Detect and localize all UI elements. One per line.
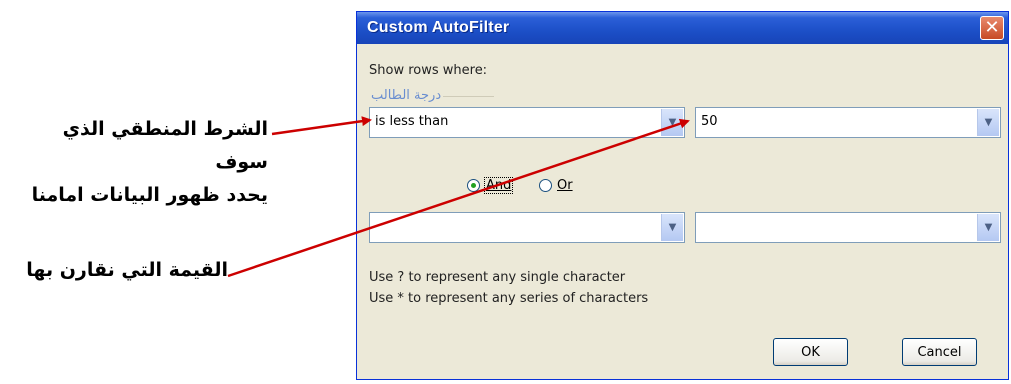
dialog-title: Custom AutoFilter (367, 19, 510, 36)
or-label: Or (557, 178, 573, 193)
close-icon: ✕ (984, 17, 1000, 38)
annotation-condition-line1: الشرط المنطقي الذي سوف (62, 118, 268, 173)
criteria-value-1: 50 (701, 114, 718, 129)
show-rows-label: Show rows where: (369, 63, 488, 78)
annotation-condition: الشرط المنطقي الذي سوف يحدد ظهور البيانا… (6, 113, 268, 212)
close-button[interactable]: ✕ (980, 16, 1004, 40)
annotation-condition-line2: يحدد ظهور البيانات امامنا (31, 184, 268, 206)
cancel-button[interactable]: Cancel (902, 338, 977, 366)
or-radio[interactable]: Or (539, 178, 573, 193)
ok-button[interactable]: OK (773, 338, 848, 366)
or-radio-button[interactable] (539, 179, 552, 192)
operator-value-1: is less than (375, 114, 449, 129)
value-select-2[interactable]: ▼ (695, 212, 1001, 243)
operator-select-2[interactable]: ▼ (369, 212, 685, 243)
and-radio-button[interactable] (467, 179, 480, 192)
chevron-down-icon[interactable]: ▼ (977, 109, 999, 136)
and-label: And (483, 177, 514, 194)
hint-series-chars: Use * to represent any series of charact… (369, 291, 649, 306)
custom-autofilter-dialog: Custom AutoFilter ✕ Show rows where: درج… (356, 11, 1009, 380)
chevron-down-icon[interactable]: ▼ (661, 109, 683, 136)
title-bar[interactable]: Custom AutoFilter ✕ (357, 12, 1008, 44)
annotation-value: القيمة التي نقارن بها (26, 259, 228, 281)
operator-select-1[interactable]: is less than ▼ (369, 107, 685, 138)
chevron-down-icon[interactable]: ▼ (661, 214, 683, 241)
hint-single-char: Use ? to represent any single character (369, 270, 626, 285)
chevron-down-icon[interactable]: ▼ (977, 214, 999, 241)
and-radio[interactable]: And (467, 177, 514, 194)
field-name-label: درجة الطالب (369, 88, 444, 103)
value-select-1[interactable]: 50 ▼ (695, 107, 1001, 138)
